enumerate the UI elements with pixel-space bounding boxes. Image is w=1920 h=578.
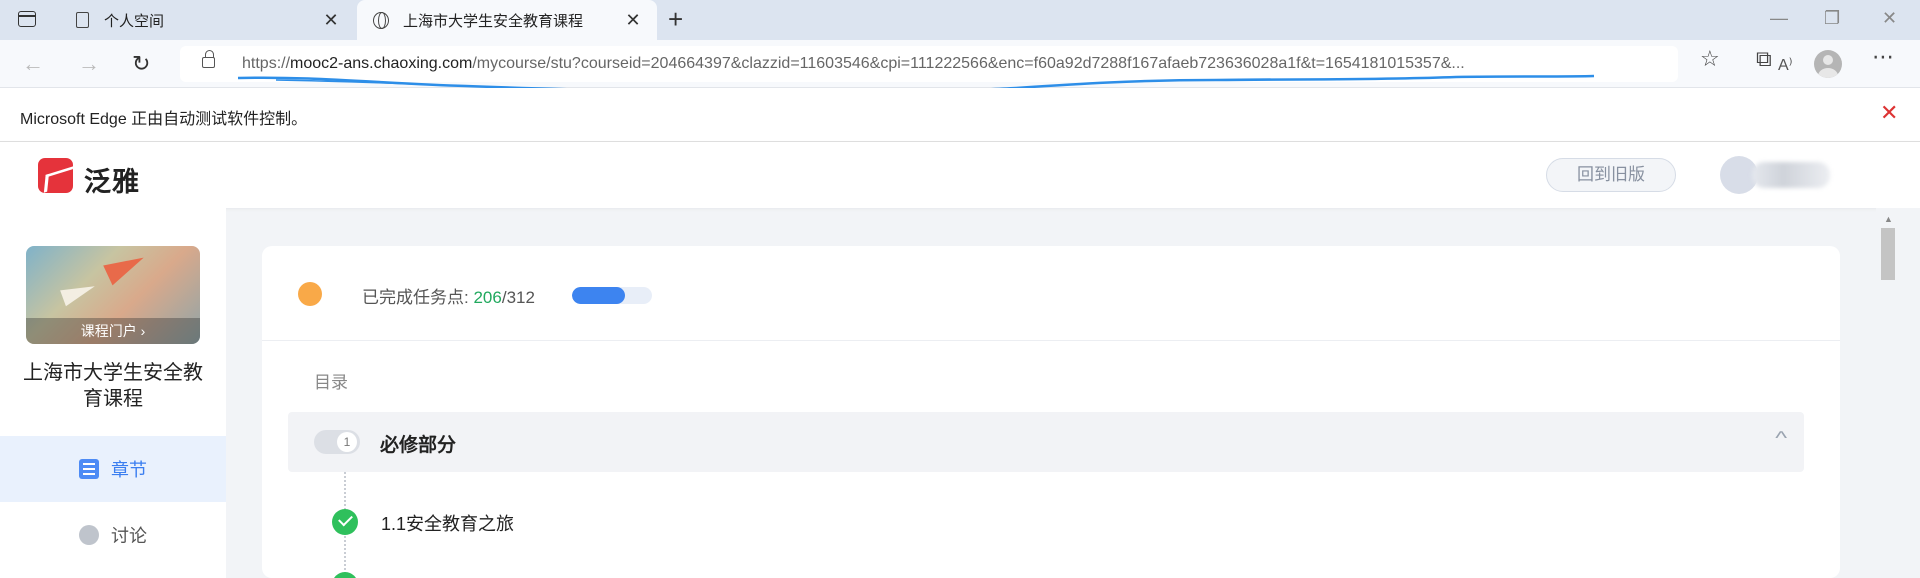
task-progress-text: 已完成任务点: 206/312	[362, 288, 535, 307]
close-window-icon[interactable]: ✕	[1882, 8, 1897, 29]
more-icon[interactable]: ⋯	[1872, 44, 1894, 70]
refresh-icon[interactable]: ↻	[132, 51, 150, 77]
profile-icon[interactable]	[1814, 50, 1842, 78]
tasks-total: /312	[501, 288, 535, 307]
read-aloud-icon[interactable]: A⁾	[1778, 55, 1793, 75]
scroll-up-arrow-icon[interactable]: ▲	[1884, 214, 1893, 224]
paper-plane-icon	[103, 248, 149, 286]
lock-icon[interactable]	[202, 50, 215, 68]
new-tab-icon[interactable]: +	[668, 5, 683, 33]
tab-label: 上海市大学生安全教育课程	[403, 12, 584, 30]
chevron-up-icon[interactable]: ^	[1775, 428, 1787, 449]
status-dot-icon	[298, 282, 322, 306]
back-icon[interactable]: ←	[22, 51, 44, 77]
tab-actions-icon[interactable]	[18, 11, 36, 27]
sidebar-item-chapters[interactable]: 章节	[0, 436, 226, 502]
close-tab-icon[interactable]: ✕	[623, 10, 643, 31]
scrollbar-thumb[interactable]	[1881, 228, 1895, 280]
forward-icon[interactable]: →	[78, 51, 100, 77]
close-tab-icon[interactable]: ✕	[321, 10, 341, 31]
collections-icon[interactable]: ⧉	[1756, 46, 1772, 72]
course-cover-image[interactable]: 课程门户 ›	[26, 246, 200, 344]
completed-check-icon	[332, 509, 358, 535]
tab-personal-space[interactable]: 个人空间 ✕	[58, 0, 355, 40]
favorites-icon[interactable]: ☆	[1700, 46, 1720, 72]
chapter-link[interactable]: 1.1安全教育之旅	[381, 510, 514, 536]
fanya-logo-icon[interactable]	[38, 158, 73, 193]
course-portal-link[interactable]: 课程门户 ›	[26, 318, 200, 344]
globe-icon	[373, 11, 389, 29]
tasks-done-count: 206	[473, 288, 502, 307]
automation-infobar: Microsoft Edge 正由自动测试软件控制。 ✕	[0, 88, 1920, 142]
site-header: 泛雅 回到旧版	[0, 142, 1920, 208]
paper-plane-icon	[60, 278, 98, 307]
close-infobar-icon[interactable]: ✕	[1880, 100, 1898, 126]
tab-course[interactable]: 上海市大学生安全教育课程 ✕	[357, 0, 657, 40]
restore-icon[interactable]: ❐	[1824, 8, 1840, 29]
task-progress-row: 已完成任务点: 206/312	[262, 246, 1840, 341]
user-name-blurred[interactable]	[1752, 162, 1830, 188]
sidebar-item-discussion[interactable]: 讨论	[0, 502, 226, 568]
chapter-list-icon	[79, 459, 99, 479]
sidebar-item-label: 章节	[111, 460, 147, 480]
infobar-message: Microsoft Edge 正由自动测试软件控制。	[20, 111, 308, 128]
course-sidebar: 课程门户 › 上海市大学生安全教育课程 章节 讨论	[0, 208, 226, 578]
sidebar-item-label: 讨论	[111, 526, 147, 546]
section-number-badge: 1	[314, 430, 360, 454]
minimize-icon[interactable]: —	[1770, 8, 1788, 29]
browser-tab-bar: 个人空间 ✕ 上海市大学生安全教育课程 ✕ + — ❐ ✕	[0, 0, 1920, 40]
course-content-card: 已完成任务点: 206/312 目录 1 必修部分 ^ 1.1安全教育之旅	[262, 246, 1840, 578]
toc-heading: 目录	[314, 373, 348, 392]
task-progress-bar	[572, 287, 652, 304]
section-header-required[interactable]: 1 必修部分 ^	[288, 412, 1804, 472]
tab-label: 个人空间	[104, 12, 165, 30]
completed-check-icon	[332, 572, 358, 578]
logo-text[interactable]: 泛雅	[84, 160, 140, 199]
task-progress-fill	[572, 287, 625, 304]
chat-bubble-icon	[79, 525, 99, 545]
course-title: 上海市大学生安全教育课程	[23, 362, 203, 410]
section-title: 必修部分	[380, 435, 457, 456]
old-version-button[interactable]: 回到旧版	[1546, 158, 1676, 192]
page-icon	[74, 11, 90, 29]
